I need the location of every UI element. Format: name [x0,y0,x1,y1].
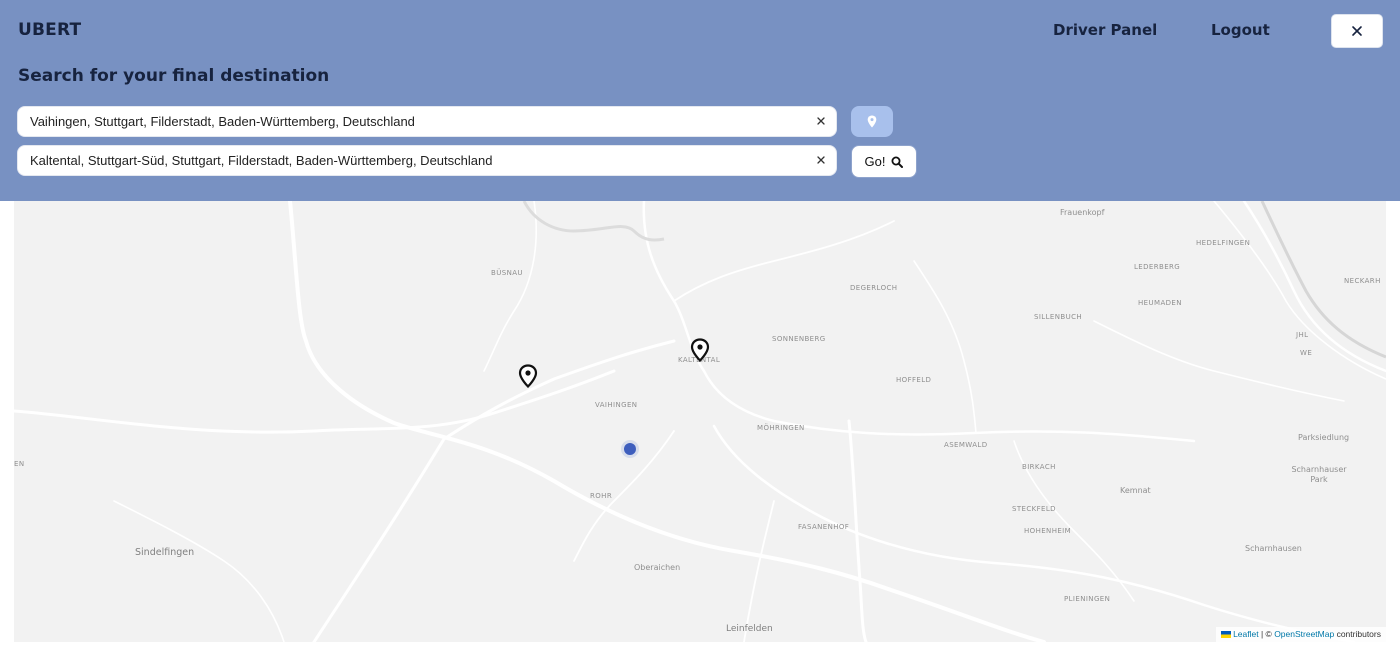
ukraine-flag-icon [1221,631,1232,638]
map-label: LEDERBERG [1134,263,1181,271]
map-label: Leinfelden [726,624,773,634]
map-label: MÖHRINGEN [757,424,805,432]
map-label: Oberaichen [634,563,681,572]
close-icon [1352,26,1362,36]
map-view[interactable]: Frauenkopf HEDELFINGEN LEDERBERG BÜSNAU … [14,201,1386,642]
driver-panel-link[interactable]: Driver Panel [1053,21,1157,39]
destination-marker-icon[interactable] [690,338,710,362]
go-label: Go! [864,154,886,169]
origin-input[interactable] [30,107,810,136]
locate-me-button[interactable] [851,106,893,137]
map-label: Scharnhauser Park [1291,465,1347,484]
map-label: STECKFELD [1012,505,1056,513]
go-button[interactable]: Go! [851,145,917,178]
map-label: Scharnhausen [1245,544,1302,553]
brand-logo[interactable]: UBERT [18,20,81,40]
map-label: DEGERLOCH [850,284,898,292]
map-label: BÜSNAU [491,269,523,277]
map-label: HEUMADEN [1138,299,1182,307]
attribution-separator: | © [1260,629,1272,639]
user-location-dot [621,440,639,458]
map-pin-icon [867,115,877,128]
map-label: Kemnat [1120,486,1151,495]
destination-field [17,145,837,176]
osm-link[interactable]: OpenStreetMap [1274,629,1334,639]
map-attribution: Leaflet | © OpenStreetMap contributors [1216,627,1386,642]
logout-link[interactable]: Logout [1211,21,1270,39]
map-label: HOHENHEIM [1024,527,1072,535]
map-label: ASEMWALD [944,441,988,449]
origin-field [17,106,837,137]
map-label: Frauenkopf [1060,208,1105,217]
map-label: FASANENHOF [798,523,850,531]
clear-destination-icon[interactable] [815,154,827,166]
clear-origin-icon[interactable] [815,115,827,127]
destination-input[interactable] [30,146,810,175]
map-label: JHL [1296,331,1309,339]
map-label: ROHR [590,492,613,500]
map-label: Sindelfingen [135,547,195,558]
search-icon [891,156,904,168]
map-label: VAIHINGEN [595,401,638,409]
user-location-core [624,443,636,455]
attribution-suffix: contributors [1336,629,1381,639]
map-label: PLIENINGEN [1064,595,1111,603]
map-label: NECKARH [1344,277,1381,285]
search-heading: Search for your final destination [18,66,330,86]
map-label: BIRKACH [1022,463,1056,471]
app-header: UBERT Driver Panel Logout Search for you… [0,0,1400,201]
map-label: HEDELFINGEN [1196,239,1251,247]
leaflet-link[interactable]: Leaflet [1233,629,1259,639]
map-label: WE [1300,349,1313,357]
map-label: SONNENBERG [772,335,826,343]
origin-marker-icon[interactable] [518,364,538,388]
map-label: Parksiedlung [1298,433,1350,442]
map-roads [14,201,1386,642]
close-button[interactable] [1331,14,1383,48]
map-label: HOFFELD [896,376,932,384]
map-label: EN [14,460,25,468]
map-label: SILLENBUCH [1034,313,1083,321]
